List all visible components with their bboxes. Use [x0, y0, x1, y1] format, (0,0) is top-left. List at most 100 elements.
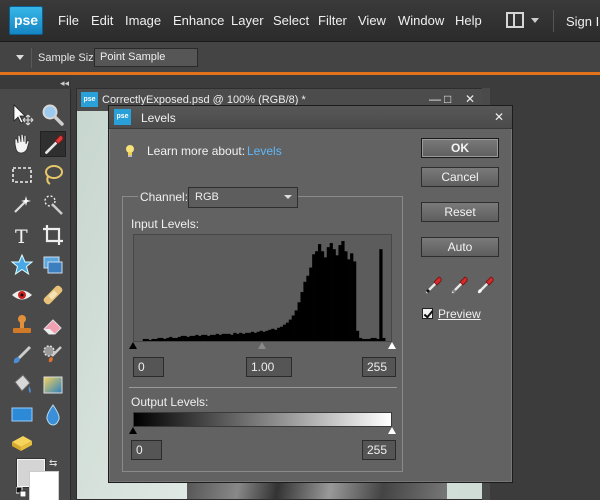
gray-point-eyedropper-icon[interactable] [449, 273, 471, 295]
cancel-button[interactable]: Cancel [421, 167, 499, 187]
hand-tool-icon[interactable] [9, 131, 35, 157]
tool-options-bar: Sample Size: Point Sample [0, 42, 600, 75]
maximize-button[interactable]: □ [444, 92, 451, 106]
histogram-bin [204, 334, 208, 341]
magic-wand-tool-icon[interactable] [9, 192, 35, 218]
menu-image[interactable]: Image [125, 13, 161, 28]
eraser-tool-icon[interactable] [40, 312, 66, 338]
histogram-bin [326, 247, 330, 341]
workspace-layout-button[interactable] [504, 11, 544, 31]
input-levels-slider[interactable] [129, 342, 396, 350]
preview-label[interactable]: Preview [438, 307, 481, 321]
eyedropper-tool-icon[interactable] [40, 131, 66, 157]
preview-checkbox[interactable] [422, 308, 433, 319]
histogram-bin [382, 337, 386, 341]
sponge-tool-icon[interactable] [9, 430, 35, 456]
histogram-bin [183, 335, 187, 341]
paint-bucket-tool-icon[interactable] [9, 372, 35, 398]
layout-icon [506, 12, 524, 28]
histogram-bin [329, 243, 333, 341]
shape-tool-icon[interactable] [9, 402, 35, 428]
output-black-slider-handle[interactable] [129, 427, 137, 434]
minimize-button[interactable]: — [429, 92, 441, 106]
menu-help[interactable]: Help [455, 13, 482, 28]
sign-in-link[interactable]: Sign In [566, 14, 600, 29]
histogram-plot [142, 241, 386, 341]
ok-button[interactable]: OK [421, 138, 499, 158]
input-gamma-slider-handle[interactable] [258, 342, 266, 349]
reset-button[interactable]: Reset [421, 202, 499, 222]
menu-edit[interactable]: Edit [91, 13, 113, 28]
histogram-bin [142, 338, 146, 341]
options-collapse-icon[interactable] [16, 55, 24, 60]
menu-enhance[interactable]: Enhance [173, 13, 224, 28]
black-point-eyedropper-icon[interactable] [423, 273, 445, 295]
collapse-icon[interactable]: ◂◂ [60, 78, 69, 89]
smart-brush-tool-icon[interactable] [40, 342, 66, 368]
histogram [133, 234, 392, 342]
output-gradient-bar [133, 412, 392, 427]
input-white-slider-handle[interactable] [388, 342, 396, 349]
clone-stamp-tool-icon[interactable] [9, 312, 35, 338]
white-point-eyedropper-icon[interactable] [475, 273, 497, 295]
custom-shape-tool-icon[interactable] [9, 252, 35, 278]
histogram-bin [212, 334, 217, 341]
output-white-field[interactable]: 255 [362, 440, 396, 460]
histogram-bin [192, 335, 196, 341]
menu-view[interactable]: View [358, 13, 386, 28]
recompose-tool-icon[interactable] [40, 252, 66, 278]
toolbox-header[interactable]: ◂◂ [0, 78, 71, 89]
output-levels-slider[interactable] [129, 427, 396, 435]
histogram-bin [186, 336, 190, 341]
input-gamma-field[interactable]: 1.00 [246, 357, 292, 377]
close-dialog-button[interactable]: ✕ [494, 110, 504, 124]
brush-tool-icon[interactable] [9, 342, 35, 368]
histogram-bin [171, 337, 176, 341]
move-tool-icon[interactable] [9, 102, 35, 128]
rectangular-marquee-tool-icon[interactable] [9, 162, 35, 188]
input-black-field[interactable]: 0 [133, 357, 164, 377]
histogram-bin [312, 254, 316, 341]
histogram-bin [221, 333, 225, 341]
learn-more-link[interactable]: Levels [247, 144, 282, 158]
menu-window[interactable]: Window [398, 13, 444, 28]
input-white-field[interactable]: 255 [362, 357, 396, 377]
blur-tool-icon[interactable] [40, 402, 66, 428]
histogram-bin [256, 331, 260, 341]
crop-tool-icon[interactable] [40, 222, 66, 248]
type-tool-icon[interactable]: T [9, 222, 35, 248]
app-logo: pse [9, 6, 43, 35]
histogram-bin [358, 337, 363, 341]
zoom-tool-icon[interactable] [40, 102, 66, 128]
preview-label-text: Preview [438, 307, 481, 321]
healing-brush-tool-icon[interactable] [40, 282, 66, 308]
auto-button[interactable]: Auto [421, 237, 499, 257]
channel-select[interactable]: RGB [188, 187, 298, 208]
histogram-bin [174, 337, 179, 341]
menu-select[interactable]: Select [273, 13, 309, 28]
histogram-bin [315, 251, 319, 341]
gradient-tool-icon[interactable] [40, 372, 66, 398]
red-eye-tool-icon[interactable] [9, 282, 35, 308]
chevron-down-icon [284, 195, 292, 199]
histogram-bin [224, 333, 228, 341]
default-colors-icon[interactable] [16, 487, 26, 497]
input-black-slider-handle[interactable] [129, 342, 137, 349]
sample-size-select[interactable]: Point Sample [94, 48, 198, 67]
output-black-field[interactable]: 0 [131, 440, 162, 460]
histogram-bin [274, 329, 278, 341]
output-white-slider-handle[interactable] [388, 427, 396, 434]
histogram-bin [280, 326, 284, 341]
background-color-swatch[interactable] [29, 471, 59, 500]
menu-separator [553, 10, 554, 32]
menu-filter[interactable]: Filter [318, 13, 347, 28]
histogram-bin [189, 335, 193, 341]
histogram-bin [154, 338, 158, 341]
quick-selection-tool-icon[interactable] [40, 192, 66, 218]
lasso-tool-icon[interactable] [40, 162, 66, 188]
menu-file[interactable]: File [58, 13, 79, 28]
menu-layer[interactable]: Layer [231, 13, 264, 28]
levels-title-bar[interactable]: pse Levels ✕ [109, 106, 512, 129]
swap-colors-icon[interactable]: ⇆ [49, 458, 57, 469]
close-document-button[interactable]: ✕ [465, 92, 475, 106]
